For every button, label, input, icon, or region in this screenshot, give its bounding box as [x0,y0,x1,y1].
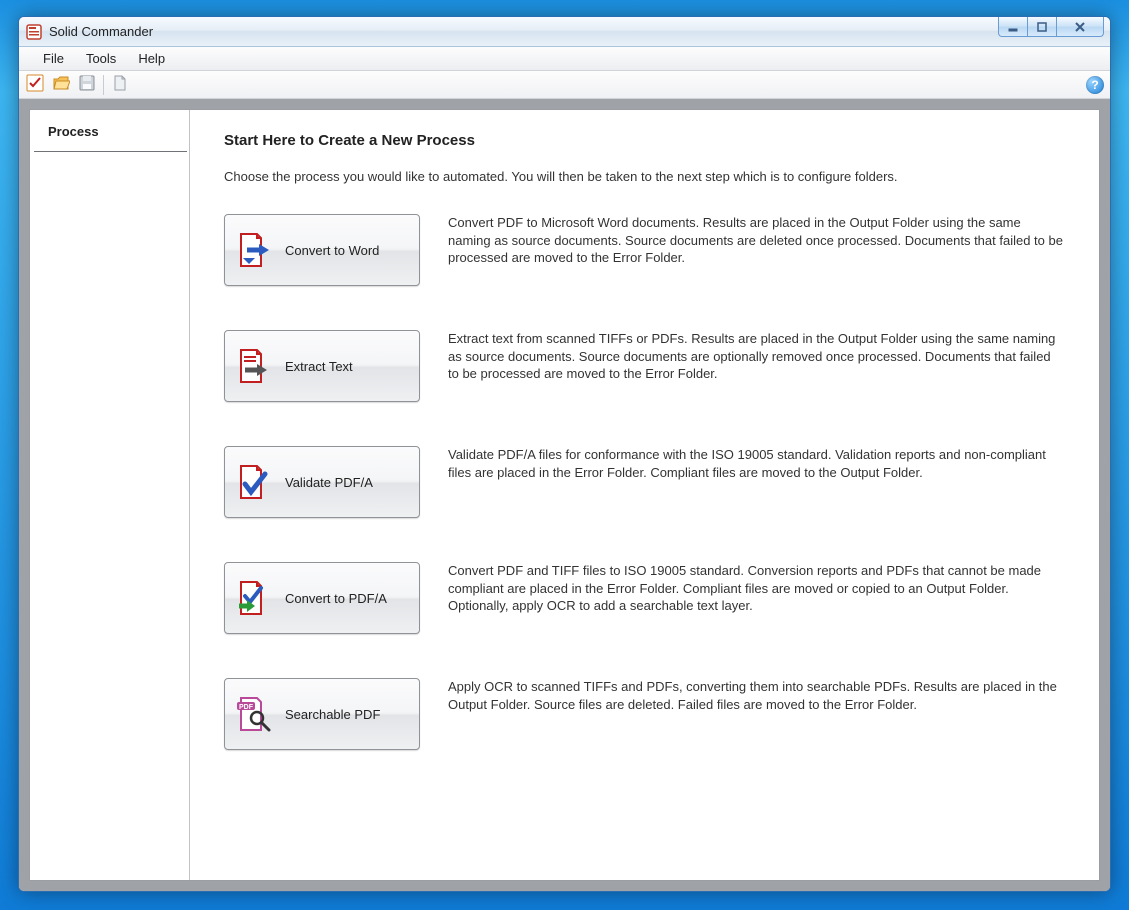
validate-pdfa-button[interactable]: Validate PDF/A [224,446,420,518]
save-button[interactable] [77,75,97,95]
document-icon [111,74,129,95]
extract-text-button[interactable]: Extract Text [224,330,420,402]
save-icon [78,74,96,95]
content-area: Start Here to Create a New Process Choos… [190,110,1099,880]
toolbar-separator [103,75,104,95]
process-row-convert-to-word: Convert to Word Convert PDF to Microsoft… [224,214,1065,286]
checklist-button[interactable] [25,75,45,95]
app-icon [25,23,43,41]
folder-open-icon [52,74,70,95]
convert-to-pdfa-button[interactable]: Convert to PDF/A [224,562,420,634]
document-button[interactable] [110,75,130,95]
menu-help[interactable]: Help [128,49,175,68]
convert-to-pdfa-icon [235,578,275,618]
menu-file[interactable]: File [33,49,74,68]
window-title: Solid Commander [49,24,153,39]
process-row-searchable-pdf: PDF Searchable PDF Apply OCR to scanned … [224,678,1065,750]
convert-to-word-label: Convert to Word [285,243,379,258]
validate-pdfa-desc: Validate PDF/A files for conformance wit… [448,446,1065,481]
open-button[interactable] [51,75,71,95]
convert-to-word-button[interactable]: Convert to Word [224,214,420,286]
extract-text-label: Extract Text [285,359,353,374]
close-icon [1073,20,1087,34]
page-title: Start Here to Create a New Process [224,132,1065,149]
toolbar: ? [19,71,1110,99]
page-subtitle: Choose the process you would like to aut… [224,169,1065,184]
main-frame: Process Start Here to Create a New Proce… [19,99,1110,891]
validate-pdfa-icon [235,462,275,502]
searchable-pdf-button[interactable]: PDF Searchable PDF [224,678,420,750]
searchable-pdf-label: Searchable PDF [285,707,380,722]
extract-text-desc: Extract text from scanned TIFFs or PDFs.… [448,330,1065,383]
help-button[interactable]: ? [1086,76,1104,94]
app-window: Solid Commander File Tools Help [18,16,1111,892]
maximize-icon [1036,21,1048,33]
main-content: Process Start Here to Create a New Proce… [29,109,1100,881]
svg-text:PDF: PDF [239,704,254,711]
process-row-validate-pdfa: Validate PDF/A Validate PDF/A files for … [224,446,1065,518]
maximize-button[interactable] [1027,17,1057,37]
menu-tools[interactable]: Tools [76,49,126,68]
title-bar[interactable]: Solid Commander [19,17,1110,47]
process-row-extract-text: Extract Text Extract text from scanned T… [224,330,1065,402]
process-row-convert-to-pdfa: Convert to PDF/A Convert PDF and TIFF fi… [224,562,1065,634]
minimize-button[interactable] [998,17,1028,37]
minimize-icon [1007,21,1019,33]
extract-text-icon [235,346,275,386]
searchable-pdf-desc: Apply OCR to scanned TIFFs and PDFs, con… [448,678,1065,713]
close-button[interactable] [1056,17,1104,37]
convert-to-pdfa-label: Convert to PDF/A [285,591,387,606]
menu-bar: File Tools Help [19,47,1110,71]
convert-to-word-icon [235,230,275,270]
validate-pdfa-label: Validate PDF/A [285,475,373,490]
sidebar: Process [30,110,190,880]
convert-to-word-desc: Convert PDF to Microsoft Word documents.… [448,214,1065,267]
sidebar-tab-process[interactable]: Process [34,124,187,152]
convert-to-pdfa-desc: Convert PDF and TIFF files to ISO 19005 … [448,562,1065,615]
searchable-pdf-icon: PDF [235,694,275,734]
checklist-icon [26,74,44,95]
